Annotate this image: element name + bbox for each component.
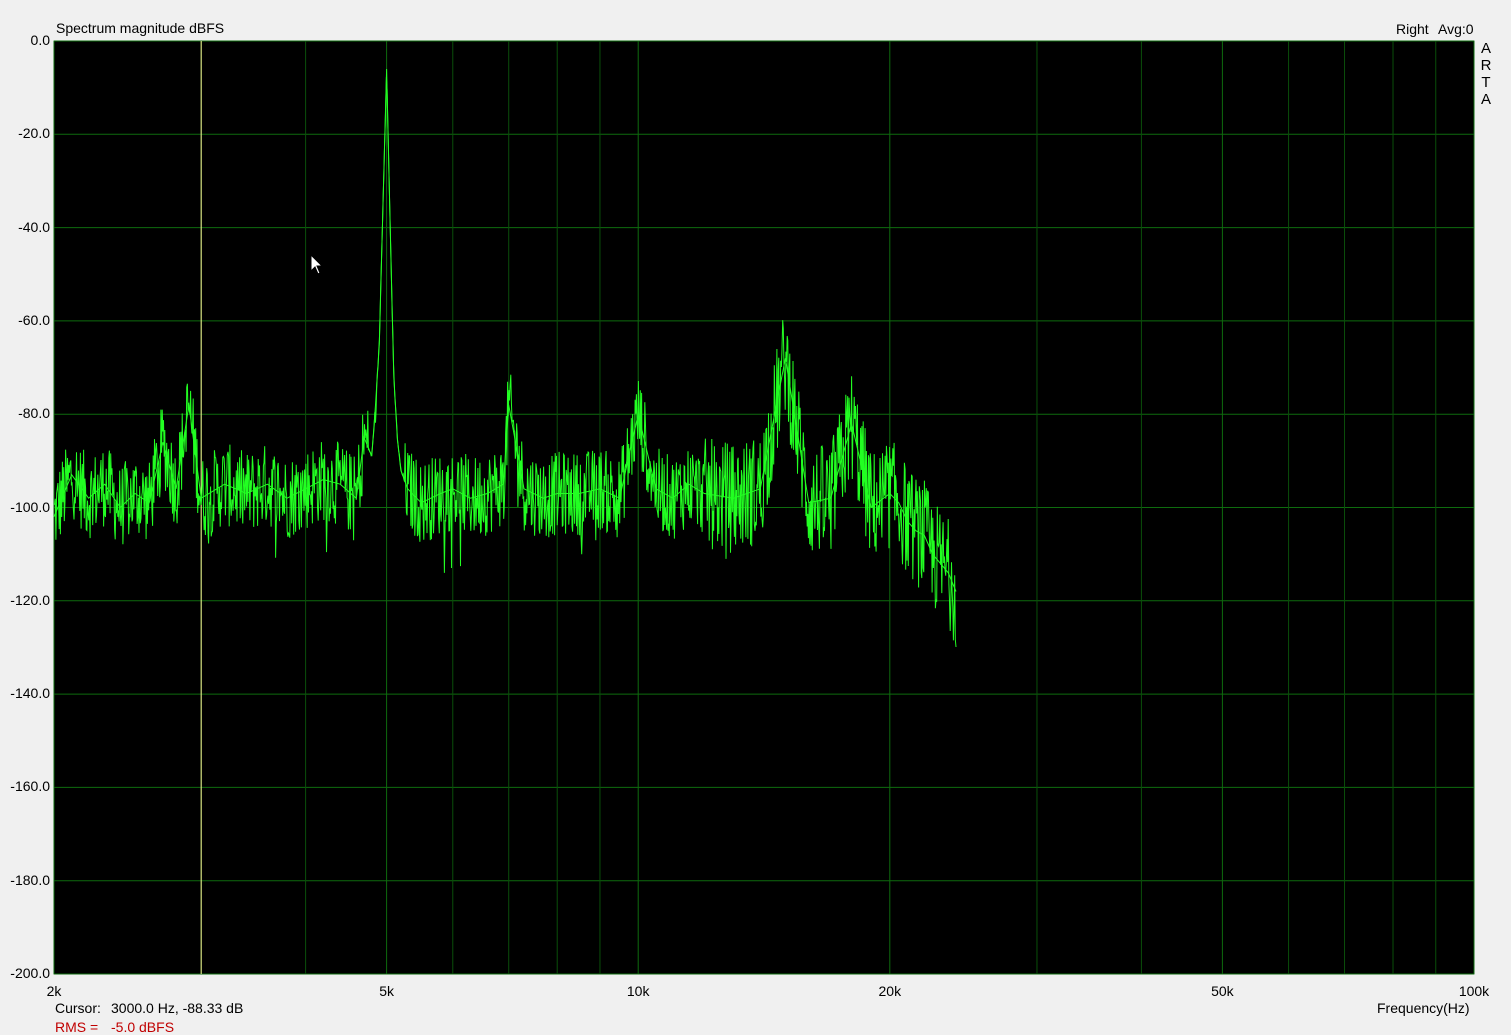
brand-letter: A (1480, 40, 1491, 57)
y-tick-label: -160.0 (10, 778, 50, 795)
x-tick-label: 5k (379, 983, 394, 999)
y-tick-label: -40.0 (18, 218, 50, 235)
y-tick-label: -60.0 (18, 311, 50, 328)
brand-vertical-label: A R T A (1479, 40, 1493, 108)
y-tick-label: -100.0 (10, 498, 50, 515)
y-tick-label: -180.0 (10, 871, 50, 888)
y-tick-label: 0.0 (30, 32, 50, 48)
x-tick-label: 20k (878, 983, 902, 999)
brand-letter: T (1481, 74, 1491, 91)
y-tick-label: -80.0 (18, 405, 50, 422)
x-tick-label: 10k (626, 983, 650, 999)
cursor-label: Cursor: (55, 1000, 101, 1016)
y-tick-label: -20.0 (18, 125, 50, 142)
brand-letter: R (1480, 57, 1492, 74)
y-tick-label: -120.0 (10, 591, 50, 608)
spectrum-plot[interactable] (0, 0, 1511, 1033)
x-tick-label: 50k (1211, 983, 1234, 999)
cursor-readout: 3000.0 Hz, -88.33 dB (111, 1000, 244, 1016)
y-tick-label: -200.0 (10, 965, 50, 981)
x-tick-label: 2k (46, 983, 62, 999)
x-axis-label: Frequency(Hz) (1377, 1000, 1470, 1016)
x-tick-label: 100k (1458, 983, 1490, 999)
brand-letter: A (1480, 91, 1491, 108)
y-tick-label: -140.0 (10, 685, 50, 702)
